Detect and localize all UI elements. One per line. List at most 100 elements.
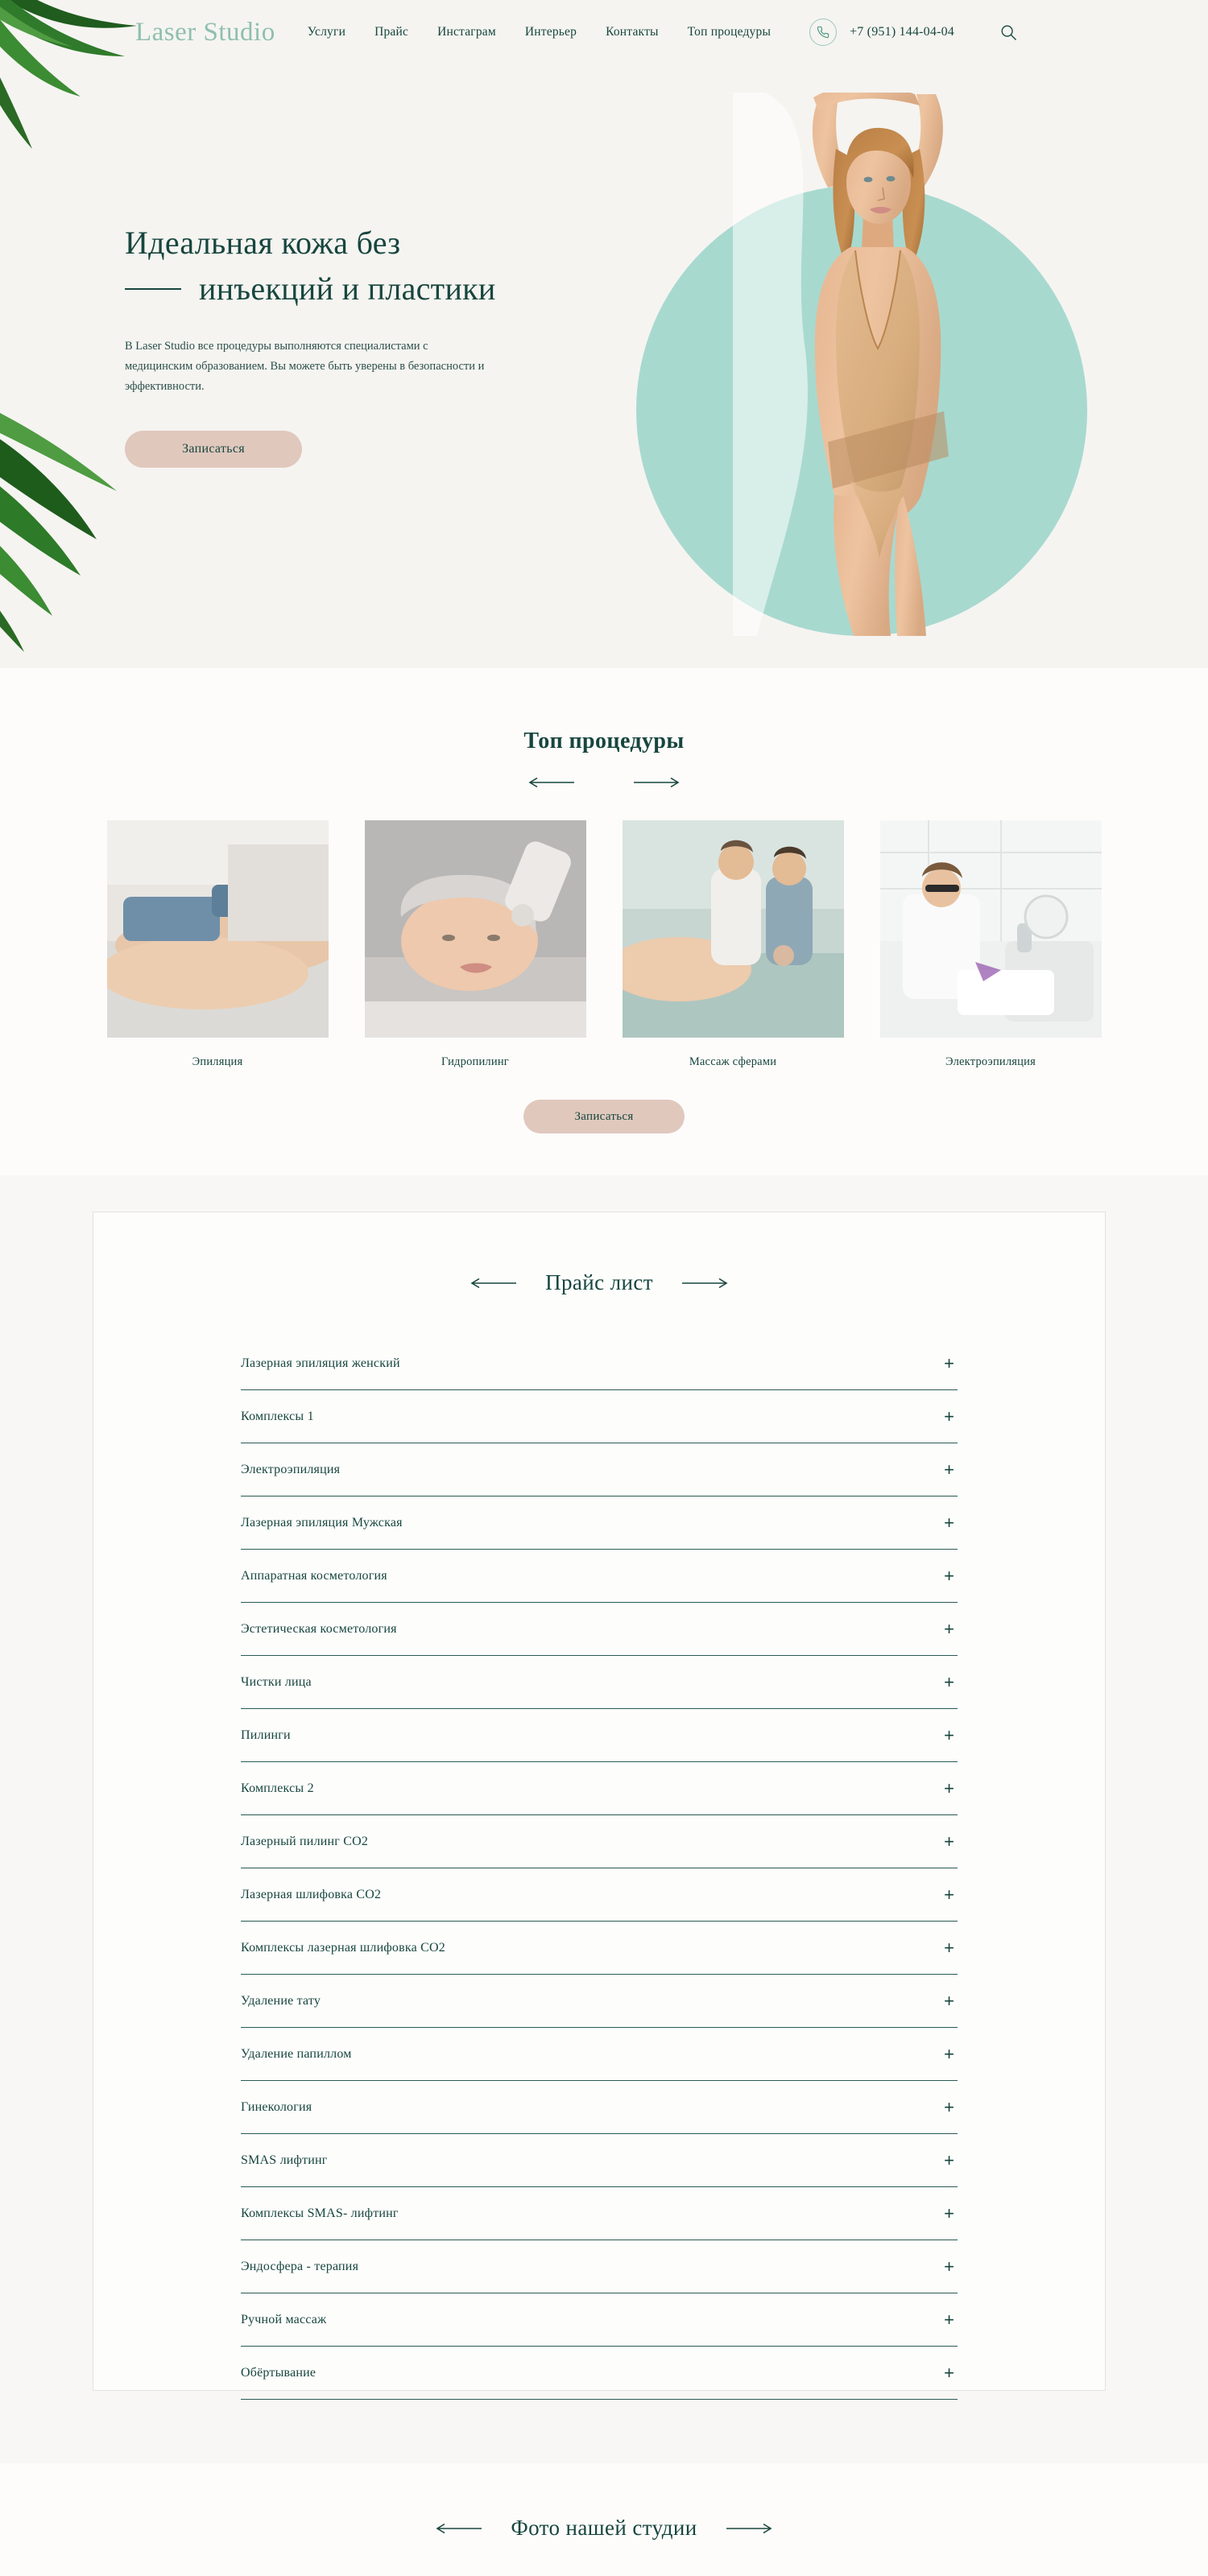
price-accordion-item[interactable]: Лазерный пилинг CO2 + xyxy=(241,1815,958,1868)
procedure-image-epilation xyxy=(106,820,329,1038)
main-navigation: Услуги Прайс Инстаграм Интерьер Контакты… xyxy=(308,25,771,39)
price-list-card: Прайс лист Лазерная эпиляция женский + Ко… xyxy=(93,1212,1106,2400)
top-procedures-title: Топ процедуры xyxy=(523,729,685,753)
arrow-right-icon[interactable] xyxy=(681,1278,729,1289)
nav-item-uslugi[interactable]: Услуги xyxy=(308,25,345,39)
price-item-label: Удаление папиллом xyxy=(241,2046,352,2061)
nav-item-instagram[interactable]: Инстаграм xyxy=(437,25,496,39)
price-item-label: Обёртывание xyxy=(241,2365,316,2380)
plus-icon[interactable]: + xyxy=(944,1567,958,1585)
price-item-label: Комплексы 2 xyxy=(241,1781,314,1795)
price-accordion-item[interactable]: Комплексы 1 + xyxy=(241,1390,958,1443)
plus-icon[interactable]: + xyxy=(944,1407,958,1426)
price-item-label: Комплексы 1 xyxy=(241,1409,314,1423)
nav-item-contacts[interactable]: Контакты xyxy=(606,25,659,39)
plus-icon[interactable]: + xyxy=(944,1938,958,1957)
price-accordion-item[interactable]: Удаление тату + xyxy=(241,1975,958,2028)
plus-icon[interactable]: + xyxy=(944,2045,958,2063)
site-header: Laser Studio Услуги Прайс Инстаграм Инте… xyxy=(0,0,1208,64)
procedure-card[interactable]: Электроэпиляция xyxy=(879,820,1102,1069)
price-item-label: Эндосфера - терапия xyxy=(241,2259,359,2273)
nav-item-interior[interactable]: Интерьер xyxy=(525,25,577,39)
plus-icon[interactable]: + xyxy=(944,1673,958,1691)
price-accordion-item[interactable]: Пилинги + xyxy=(241,1709,958,1762)
plus-icon[interactable]: + xyxy=(944,1354,958,1373)
plus-icon[interactable]: + xyxy=(944,1992,958,2010)
top-procedures-signup-button[interactable]: Записаться xyxy=(523,1100,685,1133)
hero-signup-button[interactable]: Записаться xyxy=(125,431,302,469)
plus-icon[interactable]: + xyxy=(944,2310,958,2329)
logo[interactable]: Laser Studio xyxy=(135,18,275,47)
plus-icon[interactable]: + xyxy=(944,1726,958,1744)
procedure-card[interactable]: Эпиляция xyxy=(106,820,329,1069)
price-item-label: Электроэпиляция xyxy=(241,1462,341,1476)
procedure-cards: Эпиляция Гидропилинг Массаж сферами Элек… xyxy=(0,820,1208,1069)
arrow-left-icon[interactable] xyxy=(435,2523,483,2534)
price-item-label: Ручной массаж xyxy=(241,2312,327,2326)
phone-icon[interactable] xyxy=(809,19,838,46)
plus-icon[interactable]: + xyxy=(944,2098,958,2116)
plus-icon[interactable]: + xyxy=(944,2204,958,2223)
plus-icon[interactable]: + xyxy=(944,1885,958,1904)
studio-photos-title: Фото нашей студии xyxy=(511,2516,697,2540)
procedure-card-label: Электроэпиляция xyxy=(945,1055,1036,1068)
procedure-card-label: Гидропилинг xyxy=(441,1055,509,1068)
procedure-image-hydropeeling xyxy=(364,820,586,1038)
price-accordion-item[interactable]: Аппаратная косметология + xyxy=(241,1550,958,1603)
header-contact-group: +7 (951) 144-04-04 xyxy=(809,19,1019,46)
hero-section: Laser Studio Услуги Прайс Инстаграм Инте… xyxy=(0,0,1208,668)
price-accordion-item[interactable]: Эстетическая косметология + xyxy=(241,1603,958,1656)
price-accordion-item[interactable]: Эндосфера - терапия + xyxy=(241,2240,958,2293)
price-item-label: Лазерная эпиляция Мужская xyxy=(241,1515,403,1530)
hero-content: Идеальная кожа без инъекций и пластики В… xyxy=(125,224,624,469)
price-accordion-item[interactable]: SMAS лифтинг + xyxy=(241,2134,958,2187)
nav-item-price[interactable]: Прайс xyxy=(374,25,408,39)
arrow-right-icon[interactable] xyxy=(632,777,681,788)
arrow-left-icon[interactable] xyxy=(527,777,576,788)
price-accordion-item[interactable]: Обёртывание + xyxy=(241,2347,958,2400)
procedure-card[interactable]: Гидропилинг xyxy=(364,820,586,1069)
price-item-label: Пилинги xyxy=(241,1728,291,1742)
price-accordion-item[interactable]: Лазерная эпиляция Мужская + xyxy=(241,1496,958,1550)
plus-icon[interactable]: + xyxy=(944,2363,958,2382)
studio-photos-heading: Фото нашей студии xyxy=(0,2463,1208,2541)
price-item-label: Эстетическая косметология xyxy=(241,1621,397,1636)
price-accordion-item[interactable]: Комплексы лазерная шлифовка CO2 + xyxy=(241,1922,958,1975)
hero-paragraph: В Laser Studio все процедуры выполняются… xyxy=(125,340,485,394)
plus-icon[interactable]: + xyxy=(944,1832,958,1851)
price-accordion-item[interactable]: Электроэпиляция + xyxy=(241,1443,958,1496)
price-accordion: Лазерная эпиляция женский + Комплексы 1 + … xyxy=(241,1337,958,2400)
procedure-card-label: Эпиляция xyxy=(192,1055,243,1068)
hero-model-photo xyxy=(733,93,1023,636)
price-accordion-item[interactable]: Лазерная шлифовка CO2 + xyxy=(241,1868,958,1922)
plus-icon[interactable]: + xyxy=(944,1513,958,1532)
hero-visual xyxy=(636,93,1103,636)
procedure-card[interactable]: Массаж сферами xyxy=(622,820,844,1069)
price-item-label: Чистки лица xyxy=(241,1674,312,1689)
nav-item-top-procedures[interactable]: Топ процедуры xyxy=(688,25,771,39)
plus-icon[interactable]: + xyxy=(944,2151,958,2169)
price-accordion-item[interactable]: Комплексы SMAS- лифтинг + xyxy=(241,2187,958,2240)
top-procedures-section: Топ процедуры Эпиляция Гидропилинг Масса… xyxy=(0,668,1208,1175)
price-list-heading: Прайс лист xyxy=(93,1212,1105,1295)
procedure-card-label: Массаж сферами xyxy=(689,1055,777,1068)
price-accordion-item[interactable]: Гинекология + xyxy=(241,2081,958,2134)
plus-icon[interactable]: + xyxy=(944,1620,958,1638)
arrow-right-icon[interactable] xyxy=(725,2523,773,2534)
price-accordion-item[interactable]: Комплексы 2 + xyxy=(241,1762,958,1815)
arrow-left-icon[interactable] xyxy=(470,1278,518,1289)
phone-number[interactable]: +7 (951) 144-04-04 xyxy=(850,25,954,39)
price-accordion-item[interactable]: Удаление папиллом + xyxy=(241,2028,958,2081)
price-accordion-item[interactable]: Чистки лица + xyxy=(241,1656,958,1709)
price-accordion-item[interactable]: Ручной массаж + xyxy=(241,2293,958,2347)
procedure-image-electro-epilation xyxy=(879,820,1102,1038)
plus-icon[interactable]: + xyxy=(944,1460,958,1479)
price-item-label: Комплексы SMAS- лифтинг xyxy=(241,2206,399,2220)
price-item-label: Лазерная эпиляция женский xyxy=(241,1356,400,1370)
hero-title-line2: инъекций и пластики xyxy=(199,270,496,308)
plus-icon[interactable]: + xyxy=(944,2257,958,2276)
search-icon[interactable] xyxy=(998,22,1019,43)
price-item-label: Лазерная шлифовка CO2 xyxy=(241,1887,382,1901)
plus-icon[interactable]: + xyxy=(944,1779,958,1798)
price-accordion-item[interactable]: Лазерная эпиляция женский + xyxy=(241,1337,958,1390)
